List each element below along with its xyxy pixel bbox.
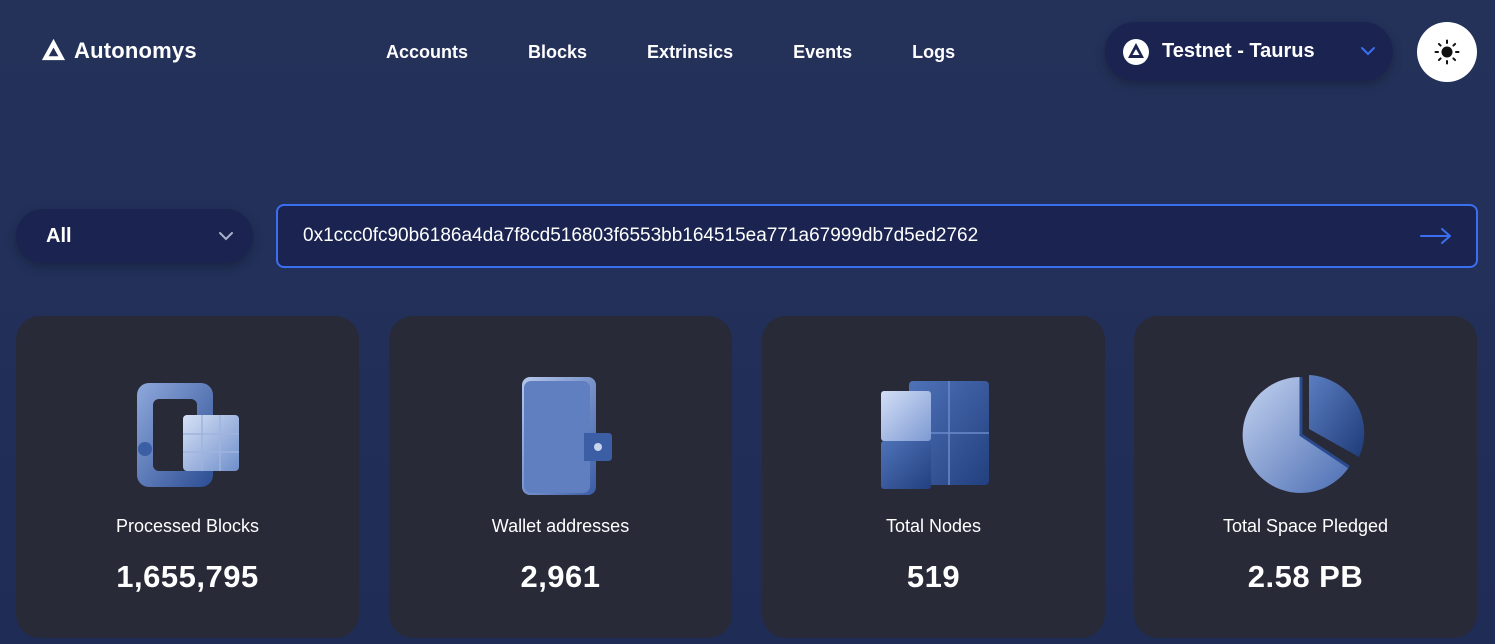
nav-extrinsics[interactable]: Extrinsics <box>647 42 733 63</box>
network-selector[interactable]: Testnet - Taurus <box>1105 22 1393 81</box>
wallet-icon <box>521 377 612 495</box>
search-submit-button[interactable] <box>1396 206 1476 266</box>
nav-events[interactable]: Events <box>793 42 852 63</box>
stat-value: 2.58 PB <box>1247 559 1364 594</box>
nav-accounts[interactable]: Accounts <box>386 42 468 63</box>
chevron-down-icon <box>1361 47 1375 56</box>
stat-label: Wallet addresses <box>491 516 630 536</box>
stat-value: 519 <box>906 559 961 594</box>
sun-icon <box>1434 39 1460 65</box>
stat-card-processed-blocks: Processed Blocks 1,655,795 <box>16 316 359 638</box>
pie-chart-icon <box>1242 375 1364 493</box>
theme-toggle-button[interactable] <box>1417 22 1477 82</box>
stat-value: 2,961 <box>520 559 601 594</box>
brand-name: Autonomys <box>74 37 197 63</box>
block-cube-icon <box>136 383 239 487</box>
autonomys-logo-icon <box>1123 38 1149 65</box>
nav-logs[interactable]: Logs <box>912 42 955 63</box>
stat-label: Total Space Pledged <box>1222 516 1389 536</box>
stat-card-total-space-pledged: Total Space Pledged 2.58 PB <box>1134 316 1477 638</box>
nodes-cube-icon <box>880 381 989 489</box>
stat-card-total-nodes: Total Nodes 519 <box>762 316 1105 638</box>
stat-value: 1,655,795 <box>116 559 259 594</box>
page: Autonomys Accounts Blocks Extrinsics Eve… <box>0 0 1495 644</box>
search-filter-select[interactable]: All <box>16 209 253 263</box>
stat-card-wallet-addresses: Wallet addresses 2,961 <box>389 316 732 638</box>
nav-blocks[interactable]: Blocks <box>528 42 587 63</box>
stat-label: Total Nodes <box>885 516 982 536</box>
brand-logo[interactable]: Autonomys <box>40 37 197 64</box>
autonomys-logo-icon <box>41 38 66 61</box>
search-filter-value: All <box>46 224 72 247</box>
search-box <box>276 204 1478 268</box>
search-input[interactable] <box>278 206 1396 266</box>
network-label: Testnet - Taurus <box>1162 40 1315 62</box>
main-nav: Accounts Blocks Extrinsics Events Logs <box>386 42 1015 63</box>
stat-label: Processed Blocks <box>115 516 260 536</box>
arrow-right-icon <box>1420 228 1451 244</box>
chevron-down-icon <box>219 232 233 241</box>
